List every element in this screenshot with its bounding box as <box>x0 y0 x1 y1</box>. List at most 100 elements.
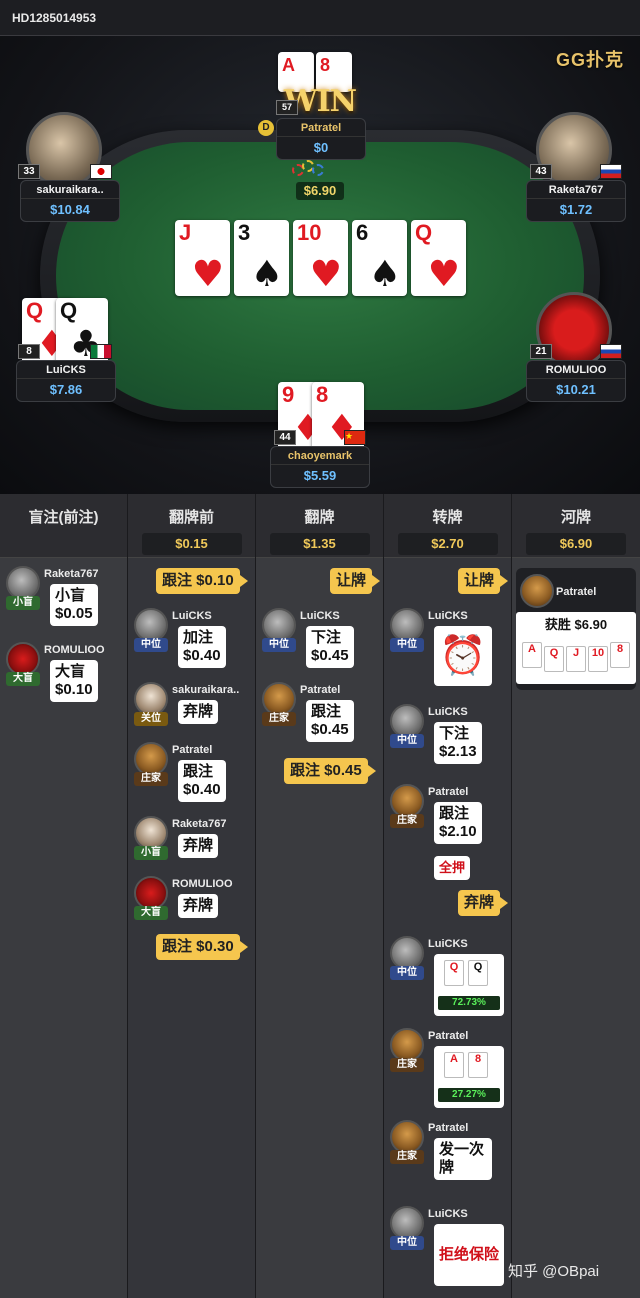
street-flop: 翻牌 $1.35 让牌 中位 LuiCKS 下注 $0.45 庄家 Patratel… <box>256 494 384 1298</box>
level-badge: 8 <box>18 344 40 359</box>
street-pot: $0.15 <box>141 533 242 555</box>
seat-mid-right[interactable]: ROMULIOO $10.21 <box>526 360 626 402</box>
action-bubble: 大盲 $0.10 <box>50 660 98 702</box>
player-name: sakuraikara.. <box>172 684 240 696</box>
showdown-card: Q <box>444 960 464 986</box>
avatar-romulioo <box>6 642 40 676</box>
street-title: 转牌 <box>432 509 463 526</box>
player-name: Patratel <box>277 119 365 137</box>
avatar-patratel <box>390 784 424 818</box>
position-badge: 庄家 <box>390 1150 424 1164</box>
action-bubble: 弃牌 <box>178 894 219 918</box>
position-badge: 中位 <box>390 1236 424 1250</box>
timer-icon: ⏰ <box>434 626 492 686</box>
action-bubble: 加注 $0.40 <box>178 626 226 668</box>
player-name: ROMULIOO <box>44 644 105 656</box>
level-badge-top: 57 <box>276 100 298 115</box>
seat-top-left[interactable]: sakuraikara.. $10.84 <box>20 180 120 222</box>
player-name: LuiCKS <box>300 610 340 622</box>
check-tag: 让牌 <box>458 568 509 594</box>
win-amount: 获胜 $6.90 <box>544 617 608 632</box>
seat-mid-left[interactable]: LuiCKS $7.86 <box>16 360 116 402</box>
flag-japan-icon <box>90 164 112 179</box>
position-badge: 大盲 <box>134 906 168 920</box>
call-tag: 跟注 $0.30 <box>156 934 248 960</box>
player-name: Patratel <box>428 1030 469 1042</box>
avatar-luicks <box>390 936 424 970</box>
dealer-button: D <box>258 120 274 136</box>
position-badge: 中位 <box>390 966 424 980</box>
avatar-patratel <box>390 1120 424 1154</box>
avatar-patratel <box>262 682 296 716</box>
board-card-2: 3 ♠ <box>234 220 289 296</box>
street-pot: $2.70 <box>397 533 498 555</box>
pot-chips-icon <box>292 160 332 182</box>
avatar-patratel <box>390 1028 424 1062</box>
street-blinds: 盲注(前注) 小盲 Raketa767 小盲 $0.05 大盲 ROMULIOO … <box>0 494 128 1298</box>
level-badge: 21 <box>530 344 552 359</box>
player-name: ROMULIOO <box>527 361 625 379</box>
action-bubble: 小盲 $0.05 <box>50 584 98 626</box>
position-badge: 中位 <box>390 638 424 652</box>
seat-bottom[interactable]: chaoyemark $5.59 <box>270 446 370 488</box>
avatar-romulioo <box>134 876 168 910</box>
allin-badge: 全押 <box>434 856 471 880</box>
avatar-luicks <box>262 608 296 642</box>
run-once-bubble: 发一次牌 <box>434 1138 492 1180</box>
position-badge: 庄家 <box>390 814 424 828</box>
best-hand-card: Q <box>544 646 564 672</box>
level-badge: 43 <box>530 164 552 179</box>
seat-top[interactable]: Patratel $0 <box>276 118 366 160</box>
player-name: LuiCKS <box>172 610 212 622</box>
action-bubble: 弃牌 <box>178 834 219 858</box>
action-bubble: 弃牌 <box>178 700 219 724</box>
player-name: sakuraikara.. <box>21 181 119 199</box>
flag-mexico-icon <box>90 344 112 359</box>
position-badge: 中位 <box>262 638 296 652</box>
street-river: 河牌 $6.90 Patratel 获胜 $6.90 A Q J 10 8 <box>512 494 640 1298</box>
equity-label: 72.73% <box>438 996 500 1010</box>
position-badge: 庄家 <box>262 712 296 726</box>
call-tag: 跟注 $0.45 <box>284 758 376 784</box>
action-history: 盲注(前注) 小盲 Raketa767 小盲 $0.05 大盲 ROMULIOO … <box>0 494 640 1298</box>
player-name: Patratel <box>300 684 341 696</box>
street-title: 翻牌前 <box>168 509 214 526</box>
check-tag: 让牌 <box>330 568 381 594</box>
watermark: 知乎 @OBpai <box>508 1263 600 1280</box>
avatar-luicks <box>390 1206 424 1240</box>
player-name: LuiCKS <box>428 706 468 718</box>
action-bubble: 跟注 $0.45 <box>306 700 354 742</box>
seat-top-right[interactable]: Raketa767 $1.72 <box>526 180 626 222</box>
player-stack: $5.59 <box>303 468 337 483</box>
level-badge: 44 <box>274 430 296 445</box>
street-title: 盲注(前注) <box>28 509 99 526</box>
action-bubble: 跟注 $2.10 <box>434 802 482 844</box>
hand-id: HD1285014953 <box>12 11 97 25</box>
flag-russia-icon <box>600 344 622 359</box>
position-badge: 关位 <box>134 712 168 726</box>
avatar-patratel <box>520 574 554 608</box>
flag-china-icon: ★ <box>344 430 366 445</box>
call-tag: 跟注 $0.10 <box>156 568 248 594</box>
showdown-card: 8 <box>468 1052 488 1078</box>
action-bubble: 跟注 $0.40 <box>178 760 226 802</box>
street-pot: $1.35 <box>269 533 370 555</box>
action-bubble: 下注 $2.13 <box>434 722 482 764</box>
position-badge: 庄家 <box>390 1058 424 1072</box>
avatar-raketa767 <box>134 816 168 850</box>
best-hand-card: J <box>566 646 586 672</box>
player-stack: $7.86 <box>49 382 83 397</box>
position-badge: 小盲 <box>134 846 168 860</box>
position-badge: 大盲 <box>6 672 40 686</box>
action-bubble: 下注 $0.45 <box>306 626 354 668</box>
player-name: Raketa767 <box>527 181 625 199</box>
player-name: LuiCKS <box>428 610 468 622</box>
player-name: Raketa767 <box>44 568 99 580</box>
fold-tag: 弃牌 <box>458 890 509 916</box>
player-name: chaoyemark <box>271 447 369 465</box>
avatar-luicks <box>390 704 424 738</box>
equity-label: 27.27% <box>438 1088 500 1102</box>
position-badge: 小盲 <box>6 596 40 610</box>
position-badge: 中位 <box>134 638 168 652</box>
board-card-1: J ♥ <box>175 220 230 296</box>
